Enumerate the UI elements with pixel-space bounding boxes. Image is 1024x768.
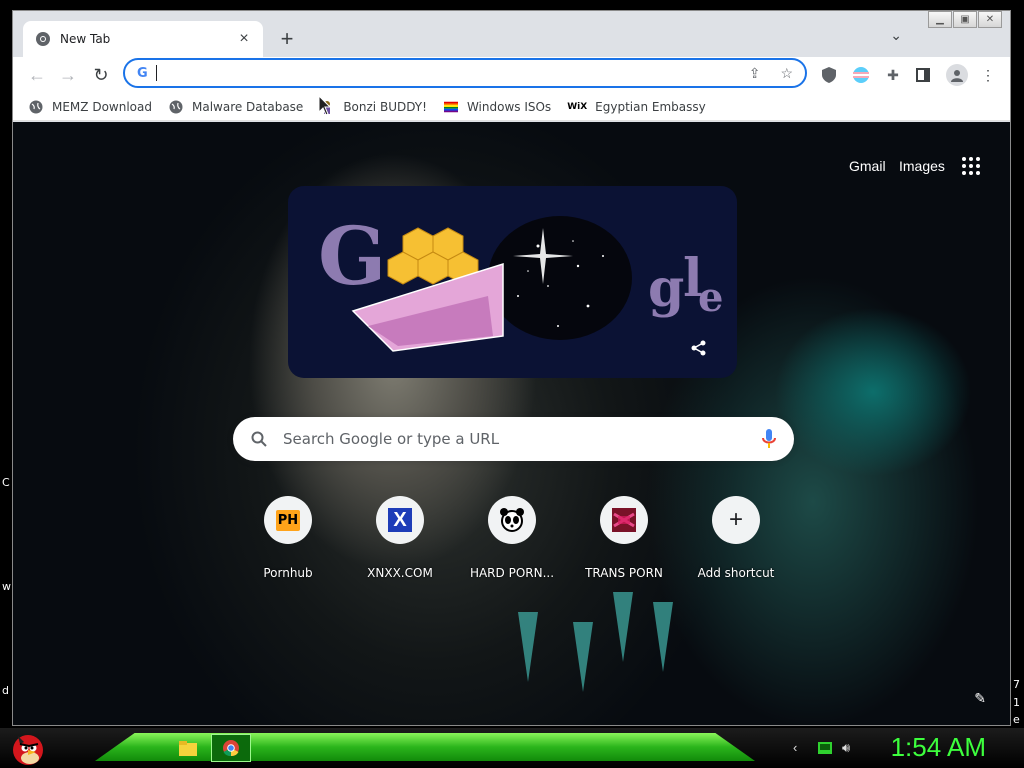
- panda-icon: [500, 508, 524, 532]
- tab-close-icon[interactable]: ×: [235, 30, 253, 48]
- new-tab-button[interactable]: +: [273, 25, 301, 53]
- maximize-button[interactable]: ▣: [953, 11, 977, 28]
- desktop-label-fragment: 7: [1013, 678, 1020, 691]
- svg-text:g: g: [648, 258, 684, 319]
- x-icon: X: [388, 508, 412, 532]
- minimize-button[interactable]: ▁: [928, 11, 952, 28]
- desktop-label-fragment: w: [2, 580, 11, 593]
- forward-arrow-icon[interactable]: →: [56, 63, 80, 87]
- bookmark-label: MEMZ Download: [52, 99, 152, 114]
- tile-icon: [612, 508, 636, 532]
- shortcut-icon-wrap: [600, 496, 648, 544]
- bookmark-bonzi-buddy[interactable]: Bonzi BUDDY!: [320, 100, 427, 114]
- tab-title: New Tab: [60, 32, 111, 46]
- text-caret: [155, 65, 157, 81]
- taskbar-chrome-button[interactable]: [211, 734, 251, 762]
- shortcut-label: Add shortcut: [697, 566, 775, 580]
- taskbar-folder-button[interactable]: [170, 734, 206, 762]
- shortcut-label: HARD PORN...: [469, 566, 555, 580]
- globe-icon: [169, 100, 183, 114]
- folder-icon: [179, 741, 197, 756]
- rainbow-flag-icon: [443, 100, 458, 114]
- shortcut-trans-porn[interactable]: TRANS PORN: [568, 496, 680, 580]
- mouse-cursor-icon: [318, 95, 332, 116]
- plus-icon: +: [728, 506, 743, 533]
- share-doodle-icon[interactable]: [690, 339, 708, 357]
- bookmark-label: Windows ISOs: [466, 99, 552, 114]
- shortcut-label: XNXX.COM: [367, 566, 433, 580]
- svg-text:G: G: [318, 209, 386, 303]
- wix-icon: WiX: [567, 101, 588, 112]
- ntp-search-box[interactable]: Search Google or type a URL: [233, 417, 794, 461]
- desktop-label-fragment: e: [1013, 713, 1020, 726]
- shortcut-icon-wrap: [488, 496, 536, 544]
- taskbar-clock[interactable]: 1:54 AM: [891, 732, 986, 763]
- webb-telescope-doodle-art: G g l e: [318, 209, 723, 352]
- chrome-icon: [36, 32, 50, 46]
- bookmark-egyptian-embassy[interactable]: WiX Egyptian Embassy: [567, 99, 706, 114]
- shortcut-xnxx[interactable]: X XNXX.COM: [344, 496, 456, 580]
- ph-icon: PH: [275, 509, 301, 531]
- tab-strip: New Tab × + ⌄ ▁ ▣ ✕: [13, 11, 1010, 57]
- shortcut-label: TRANS PORN: [585, 566, 663, 580]
- profile-avatar-icon[interactable]: [946, 64, 968, 86]
- search-icon: [251, 431, 267, 447]
- shortcut-label: Pornhub: [263, 566, 313, 580]
- bookmark-label: Malware Database: [191, 99, 304, 114]
- gmail-link[interactable]: Gmail: [849, 158, 886, 174]
- share-page-icon[interactable]: ⇪: [749, 65, 761, 82]
- bookmarks-bar: MEMZ Download Malware Database Bonzi BUD…: [13, 93, 1010, 121]
- desktop-label-fragment: 1: [1013, 696, 1020, 709]
- bookmark-star-icon[interactable]: ☆: [780, 65, 793, 82]
- desktop-label-fragment: d: [2, 684, 9, 697]
- shortcut-hard-porn[interactable]: HARD PORN...: [456, 496, 568, 580]
- toolbar: ← → ↻ G ⇪ ☆ ✚ ⋮: [13, 57, 1010, 93]
- shortcut-pornhub[interactable]: PH Pornhub: [232, 496, 344, 580]
- tray-chevron-icon[interactable]: ‹: [793, 740, 797, 755]
- new-tab-page: Gmail Images G g l e Search Google or ty…: [13, 122, 1010, 725]
- more-menu-icon[interactable]: ⋮: [978, 65, 998, 85]
- search-placeholder: Search Google or type a URL: [283, 430, 500, 448]
- add-shortcut-button[interactable]: + Add shortcut: [680, 496, 792, 580]
- reload-icon[interactable]: ↻: [89, 63, 113, 87]
- background-image-detail: [653, 602, 673, 672]
- shortcut-icon-wrap: PH: [264, 496, 312, 544]
- google-apps-grid-icon[interactable]: [962, 157, 980, 175]
- bookmark-label: Bonzi BUDDY!: [343, 99, 427, 114]
- shortcut-icon-wrap: +: [712, 496, 760, 544]
- background-image-detail: [573, 622, 593, 692]
- background-image-detail: [518, 612, 538, 682]
- angry-bird-start-icon[interactable]: [8, 728, 48, 768]
- tab-new-tab[interactable]: New Tab ×: [23, 21, 263, 57]
- address-bar[interactable]: G ⇪ ☆: [123, 58, 807, 88]
- google-doodle[interactable]: G g l e: [288, 186, 737, 378]
- bookmark-label: Egyptian Embassy: [595, 99, 706, 114]
- bookmark-malware-database[interactable]: Malware Database: [169, 100, 303, 114]
- taskbar: ‹ 🔊︎ 1:54 AM: [0, 728, 1024, 768]
- google-g-icon: G: [137, 65, 148, 81]
- shortcut-icon-wrap: X: [376, 496, 424, 544]
- svg-text:e: e: [698, 274, 723, 321]
- background-image-detail: [613, 592, 633, 662]
- globe-icon: [29, 100, 43, 114]
- back-arrow-icon[interactable]: ←: [25, 63, 49, 87]
- volume-icon[interactable]: 🔊︎: [842, 740, 850, 756]
- close-window-button[interactable]: ✕: [978, 11, 1002, 28]
- extensions-puzzle-icon[interactable]: ✚: [883, 65, 903, 85]
- flag-extension-icon[interactable]: [851, 65, 871, 85]
- tab-search-chevron-icon[interactable]: ⌄: [890, 27, 902, 44]
- desktop-label-fragment: C: [2, 476, 10, 489]
- network-icon[interactable]: [818, 742, 832, 754]
- customize-pencil-icon[interactable]: ✎: [974, 690, 986, 707]
- side-panel-icon[interactable]: [913, 65, 933, 85]
- chrome-icon: [223, 740, 239, 757]
- ublock-extension-icon[interactable]: [819, 65, 839, 85]
- bookmark-memz-download[interactable]: MEMZ Download: [29, 100, 152, 114]
- bookmark-windows-isos[interactable]: Windows ISOs: [443, 99, 552, 114]
- browser-window: New Tab × + ⌄ ▁ ▣ ✕ ← → ↻ G ⇪ ☆ ✚ ⋮ MEMZ…: [12, 10, 1011, 726]
- microphone-icon[interactable]: [762, 429, 776, 449]
- images-link[interactable]: Images: [899, 158, 945, 174]
